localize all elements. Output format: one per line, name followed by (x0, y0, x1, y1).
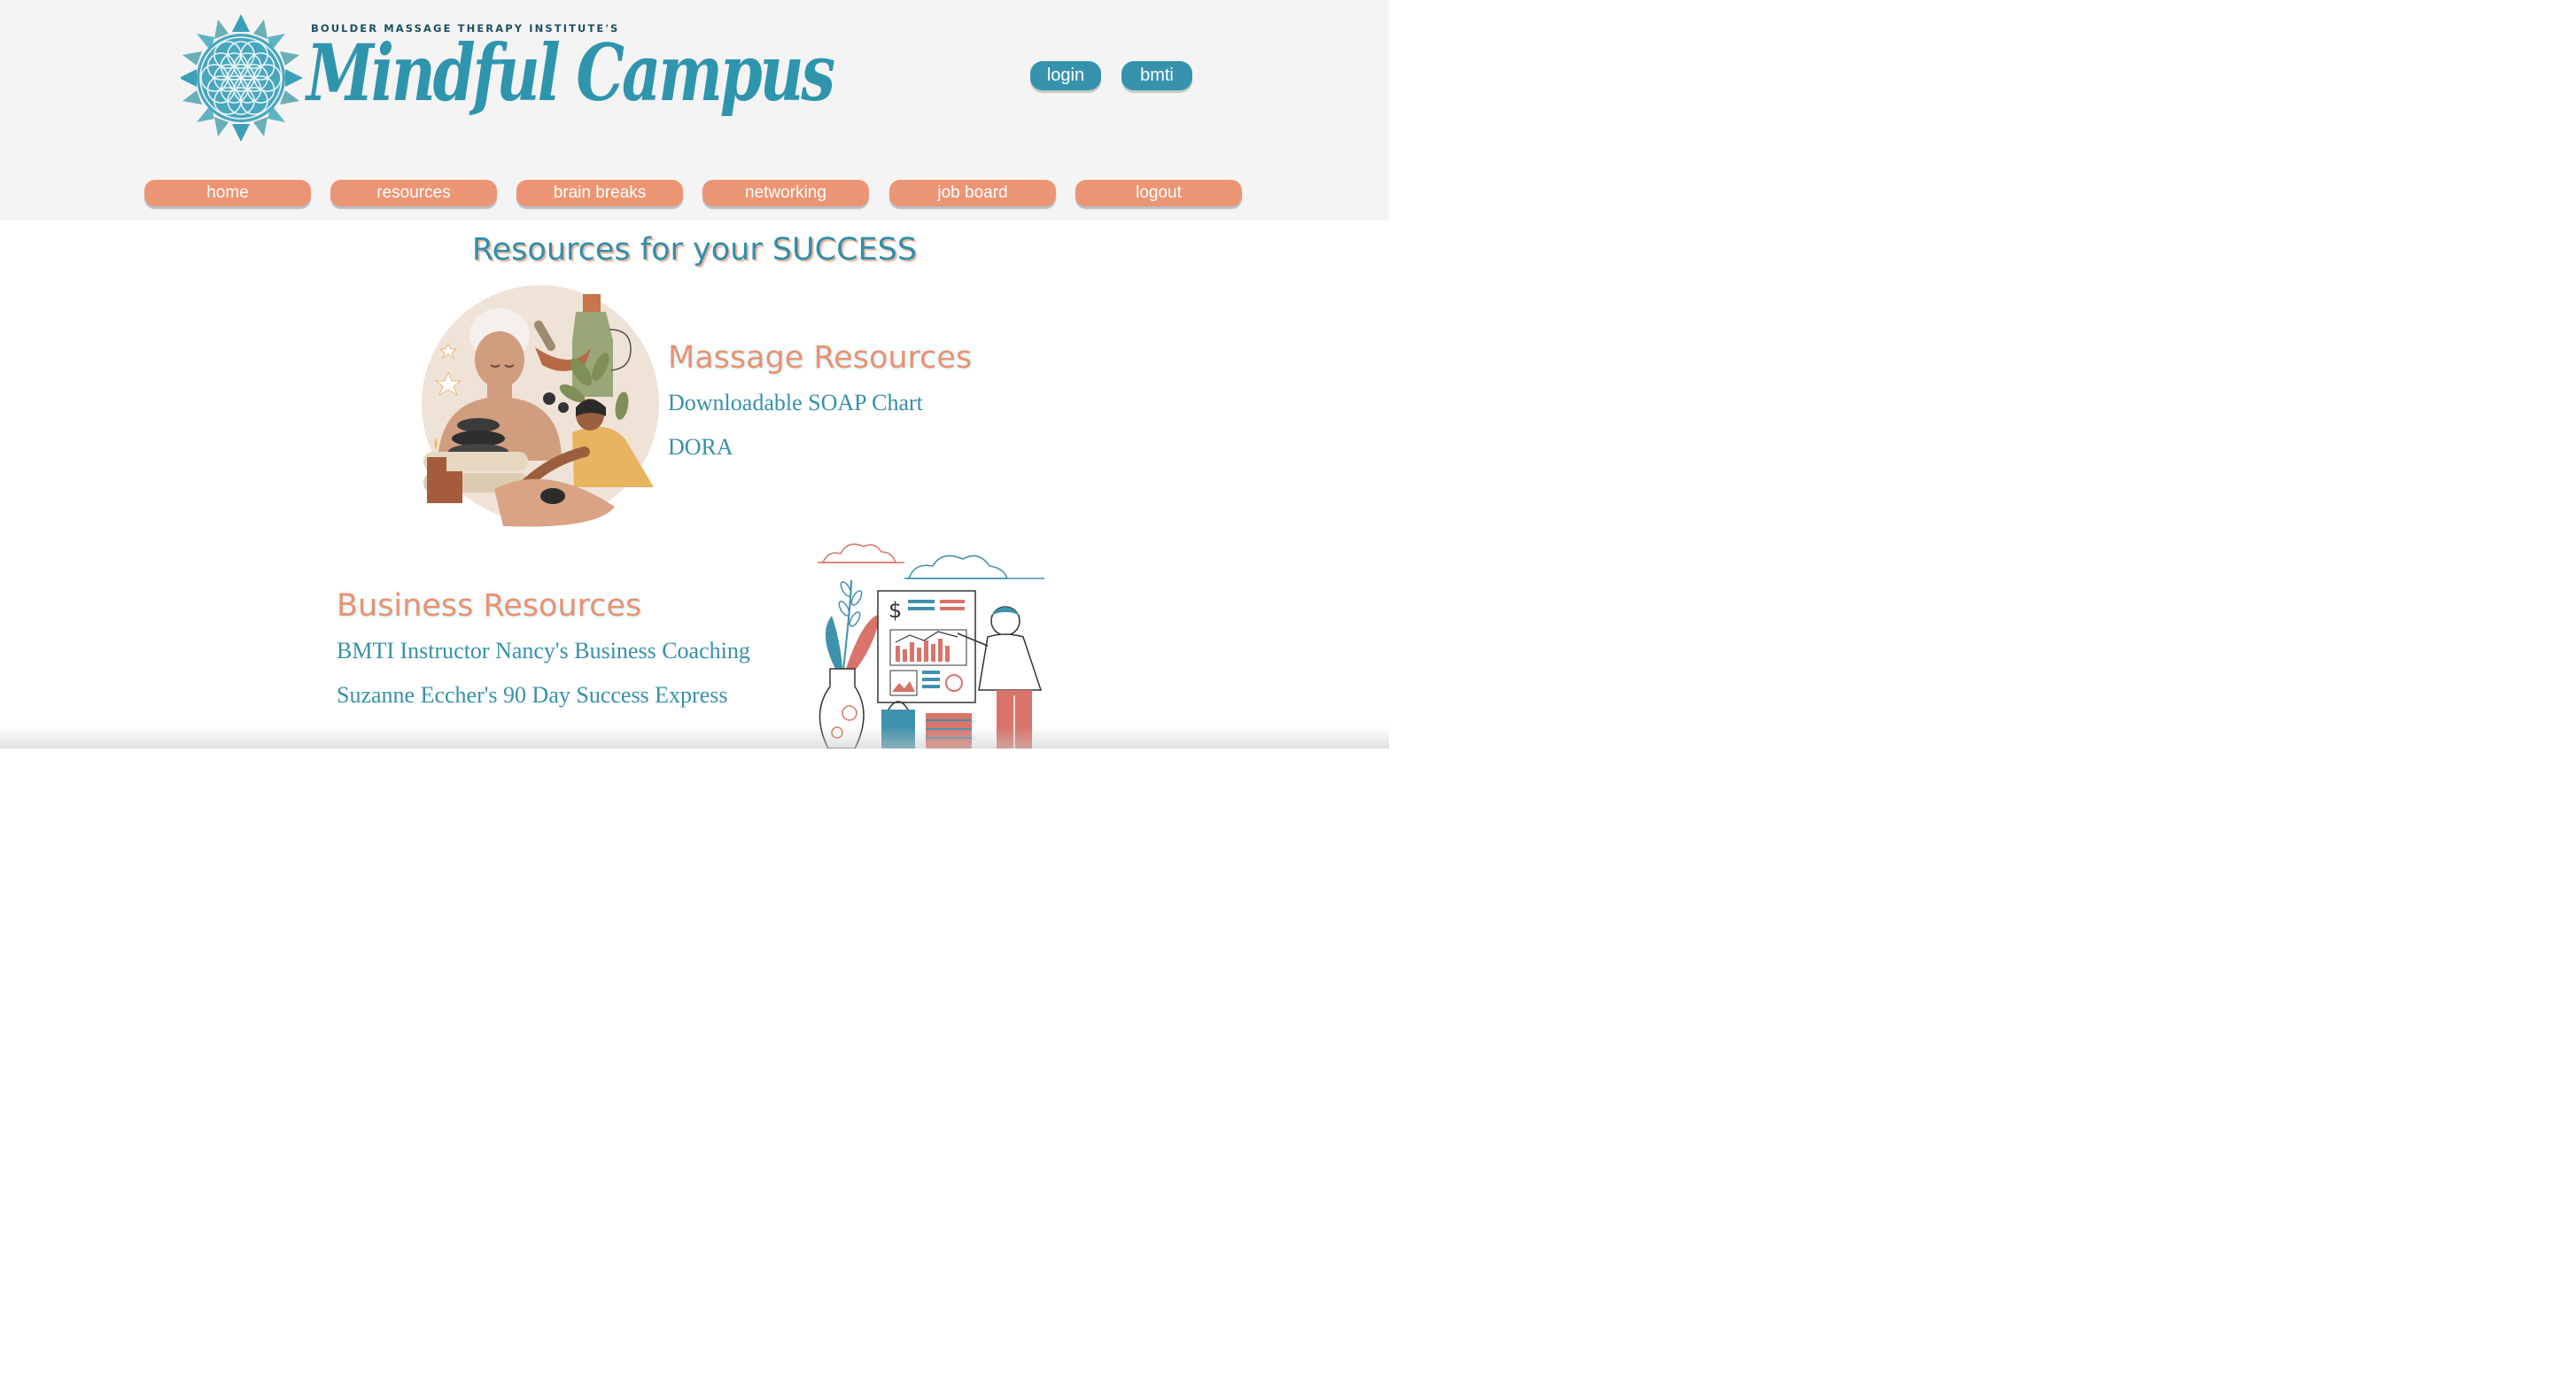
massage-resources-heading: Massage Resources (668, 340, 973, 376)
nav-item-brain-breaks[interactable]: brain breaks (516, 180, 683, 206)
site-logo[interactable]: BOULDER MASSAGE THERAPY INSTITUTE'S Mind… (181, 14, 835, 156)
nav-item-logout[interactable]: logout (1075, 180, 1242, 206)
business-illustration: $ (818, 543, 1044, 749)
business-resources-heading: Business Resources (337, 588, 642, 624)
nav-item-networking[interactable]: networking (702, 180, 869, 206)
logo-title: Mindful Campus (306, 27, 835, 119)
success-express-link[interactable]: Suzanne Eccher's 90 Day Success Express (337, 682, 728, 709)
nav-item-home[interactable]: home (144, 180, 311, 206)
svg-text:$: $ (888, 598, 902, 623)
nav-item-resources[interactable]: resources (330, 180, 497, 206)
soap-chart-link[interactable]: Downloadable SOAP Chart (668, 390, 923, 416)
bmti-button[interactable]: bmti (1121, 61, 1192, 90)
page-bottom-shadow (0, 726, 1389, 749)
massage-illustration (422, 285, 659, 527)
business-coaching-link[interactable]: BMTI Instructor Nancy's Business Coachin… (337, 638, 750, 664)
login-button[interactable]: login (1030, 61, 1101, 90)
dora-link[interactable]: DORA (668, 434, 733, 461)
flower-of-life-logo-icon (181, 14, 303, 142)
page-title: Resources for your SUCCESS (471, 232, 918, 268)
nav-item-job-board[interactable]: job board (889, 180, 1056, 206)
